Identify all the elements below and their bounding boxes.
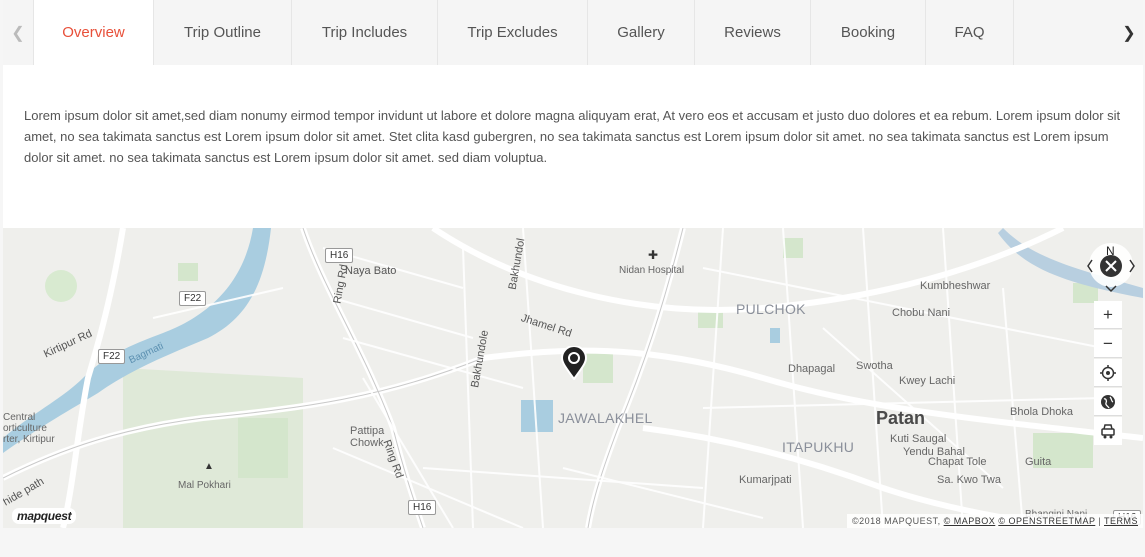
map-label-road: Naya Bato: [345, 265, 397, 277]
locate-button[interactable]: [1094, 359, 1122, 387]
zoom-out-button[interactable]: −: [1094, 330, 1122, 358]
map-label-place: Mal Pokhari: [178, 480, 231, 491]
trip-details-card: ❮ Overview Trip Outline Trip Includes Tr…: [3, 0, 1143, 528]
terms-link[interactable]: TERMS: [1104, 516, 1138, 526]
attribution-copyright: ©2018 MAPQUEST,: [851, 516, 941, 526]
map-label-place: Chapat Tole: [928, 456, 987, 468]
chevron-right-icon: ❯: [1122, 24, 1136, 42]
chevron-left-icon: ❮: [11, 24, 25, 42]
highway-shield: H16: [325, 248, 354, 263]
tab-overview[interactable]: Overview: [33, 0, 154, 65]
mapbox-link[interactable]: © MAPBOX: [944, 516, 996, 526]
map-label-place: Dhapagal: [788, 363, 836, 375]
map-label-place: Bhola Dhoka: [1010, 406, 1073, 418]
overview-text: Lorem ipsum dolor sit amet,sed diam nonu…: [24, 108, 1121, 165]
highway-shield: F22: [98, 349, 126, 364]
openstreetmap-link[interactable]: © OPENSTREETMAP: [998, 516, 1095, 526]
tab-trip-excludes[interactable]: Trip Excludes: [438, 0, 588, 65]
map-label-place: Nidan Hospital: [619, 265, 685, 276]
globe-icon: [1101, 394, 1115, 409]
map-label-district: JAWALAKHEL: [558, 410, 653, 426]
map-label-district: PULCHOK: [736, 301, 806, 317]
map-label-place: Kwey Lachi: [899, 375, 956, 387]
traffic-button[interactable]: [1094, 417, 1122, 445]
plus-icon: +: [1103, 304, 1113, 324]
map-label-place: Sa. Kwo Twa: [937, 474, 1001, 486]
crosshair-icon: [1100, 364, 1116, 381]
map[interactable]: PULCHOK JAWALAKHEL ITAPUKHU Patan Nidan …: [3, 228, 1143, 528]
tab-list: Overview Trip Outline Trip Includes Trip…: [33, 0, 1014, 65]
location-marker[interactable]: [560, 345, 588, 385]
map-label-place: Swotha: [856, 360, 893, 372]
map-label-place: Kumarjpati: [739, 474, 792, 486]
map-label-place: Chobu Nani: [892, 307, 951, 319]
map-label-place: Central orticulture rter, Kirtipur: [3, 412, 55, 445]
tabs-next-button[interactable]: ❯: [1115, 0, 1143, 65]
map-label-place: Guita: [1025, 456, 1052, 468]
map-label-district: ITAPUKHU: [782, 439, 855, 455]
tab-reviews[interactable]: Reviews: [695, 0, 811, 65]
highway-shield: H16: [408, 500, 437, 515]
tabs-prev-button[interactable]: ❮: [3, 0, 33, 65]
hospital-icon: ✚: [648, 248, 659, 262]
map-label-city: Patan: [876, 408, 926, 428]
tab-gallery[interactable]: Gallery: [588, 0, 695, 65]
globe-button[interactable]: [1094, 388, 1122, 416]
mapquest-logo[interactable]: mapquest: [12, 508, 77, 524]
car-icon: [1101, 424, 1115, 439]
tab-trip-includes[interactable]: Trip Includes: [292, 0, 438, 65]
tab-trip-outline[interactable]: Trip Outline: [154, 0, 292, 65]
map-label-place: Kuti Saugal: [890, 433, 947, 445]
map-label-place: Kumbheshwar: [920, 280, 991, 292]
tab-bar: ❮ Overview Trip Outline Trip Includes Tr…: [3, 0, 1143, 65]
zoom-in-button[interactable]: +: [1094, 301, 1122, 329]
minus-icon: −: [1103, 333, 1113, 353]
map-pin-icon: [560, 345, 588, 381]
attribution-separator: |: [1098, 516, 1102, 526]
map-attribution: ©2018 MAPQUEST, © MAPBOX © OPENSTREETMAP…: [846, 514, 1143, 528]
tab-booking[interactable]: Booking: [811, 0, 926, 65]
highway-shield: F22: [179, 291, 207, 306]
compass-icon: N: [1087, 243, 1135, 293]
compass-control[interactable]: N: [1086, 238, 1136, 296]
tab-faq[interactable]: FAQ: [926, 0, 1014, 65]
tree-icon: ▲: [204, 461, 214, 472]
